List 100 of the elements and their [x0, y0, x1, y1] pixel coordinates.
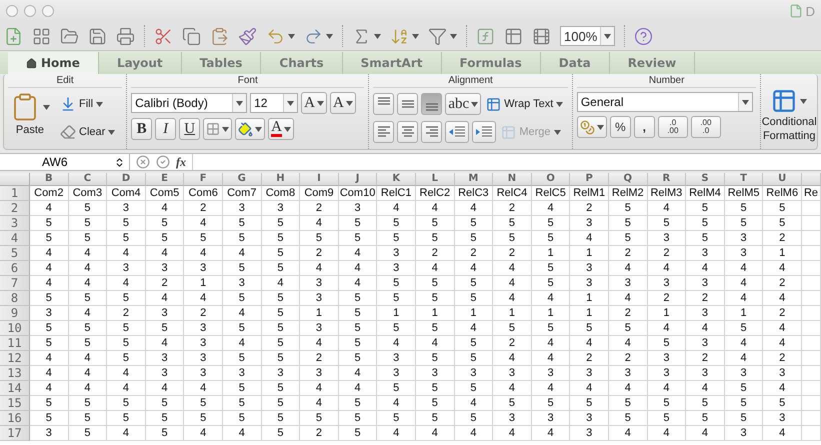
row-header[interactable]: 6: [0, 261, 30, 276]
copy-icon[interactable]: [182, 26, 201, 46]
column-header[interactable]: K: [377, 173, 416, 186]
horizontal-align-button[interactable]: [421, 121, 442, 143]
insert-function-button[interactable]: fx: [176, 154, 186, 170]
formula-bar[interactable]: AW6 fx: [0, 153, 821, 171]
column-header[interactable]: C: [68, 173, 108, 186]
borders-button[interactable]: [203, 118, 232, 140]
stepper-icon[interactable]: [114, 156, 125, 168]
row-header[interactable]: 16: [0, 411, 30, 426]
currency-button[interactable]: [576, 116, 607, 138]
sort-icon[interactable]: [390, 26, 409, 46]
horizontal-align-button[interactable]: [373, 121, 394, 143]
shrink-font-button[interactable]: A: [330, 92, 356, 114]
row-header[interactable]: 15: [0, 396, 30, 411]
fill-color-button[interactable]: [235, 118, 266, 140]
column-header[interactable]: M: [454, 173, 494, 186]
table-cell: 4: [377, 426, 416, 441]
function-icon[interactable]: [476, 26, 495, 46]
paste-button[interactable]: Paste: [8, 92, 52, 149]
row-header[interactable]: 3: [0, 216, 30, 231]
row-header[interactable]: 17: [0, 426, 30, 441]
column-header[interactable]: G: [222, 173, 262, 186]
percent-button[interactable]: %: [610, 116, 631, 138]
paste-icon[interactable]: [210, 26, 229, 46]
save-icon[interactable]: [88, 26, 107, 46]
row-header[interactable]: 10: [0, 321, 30, 336]
column-header[interactable]: U: [763, 173, 802, 186]
column-header[interactable]: T: [724, 173, 764, 186]
orientation-button[interactable]: abc: [445, 93, 482, 115]
cut-icon[interactable]: [154, 26, 173, 46]
row-header[interactable]: 11: [0, 336, 30, 351]
minimize-window-button[interactable]: [24, 5, 36, 17]
clear-button[interactable]: Clear: [58, 120, 118, 144]
bold-button[interactable]: B: [131, 118, 152, 140]
row-header[interactable]: 13: [0, 366, 30, 381]
column-header[interactable]: [802, 173, 821, 186]
zoom-window-button[interactable]: [42, 5, 54, 17]
table-cell: 1: [724, 306, 764, 321]
templates-icon[interactable]: [32, 26, 51, 46]
conditional-formatting-button[interactable]: Conditional Formatting: [761, 74, 818, 149]
new-document-icon[interactable]: [4, 26, 23, 46]
vertical-align-button[interactable]: [397, 93, 418, 115]
row-header[interactable]: 8: [0, 291, 30, 306]
row-header[interactable]: 14: [0, 381, 30, 396]
document-icon[interactable]: [788, 4, 803, 18]
select-all-corner[interactable]: [0, 173, 30, 186]
format-painter-icon[interactable]: [238, 26, 257, 46]
media-icon[interactable]: [532, 26, 551, 46]
open-folder-icon[interactable]: [60, 26, 79, 46]
grow-font-button[interactable]: A: [301, 92, 327, 114]
column-header[interactable]: S: [686, 173, 725, 186]
help-icon[interactable]: [634, 26, 654, 46]
column-header[interactable]: I: [300, 173, 339, 186]
confirm-icon[interactable]: [156, 155, 170, 169]
font-size-select[interactable]: 12: [250, 93, 298, 113]
column-header[interactable]: E: [146, 173, 184, 186]
increase-decimal-button[interactable]: .00 .0: [690, 116, 721, 138]
print-icon[interactable]: [116, 26, 135, 46]
cancel-icon[interactable]: [136, 155, 150, 169]
column-header[interactable]: O: [532, 173, 570, 186]
row-header[interactable]: 5: [0, 246, 30, 261]
fill-button[interactable]: Fill: [58, 92, 118, 116]
column-header[interactable]: N: [493, 173, 532, 186]
row-header[interactable]: 2: [0, 201, 30, 216]
wrap-text-button[interactable]: Wrap Text: [484, 92, 566, 116]
close-window-button[interactable]: [6, 5, 18, 17]
ribbon-tab[interactable]: Home: [8, 52, 99, 74]
decrease-decimal-button[interactable]: .0 .00: [658, 116, 688, 138]
column-header[interactable]: B: [30, 173, 69, 186]
font-color-button[interactable]: A: [268, 118, 294, 140]
row-header[interactable]: 7: [0, 276, 30, 291]
row-header[interactable]: 9: [0, 306, 30, 321]
font-family-select[interactable]: Calibri (Body): [131, 93, 248, 113]
horizontal-align-button[interactable]: [397, 121, 418, 143]
table-cell: 5: [686, 216, 725, 231]
zoom-field[interactable]: 100%: [560, 26, 616, 46]
column-header[interactable]: J: [338, 173, 378, 186]
number-format-select[interactable]: General: [576, 92, 753, 112]
column-header[interactable]: R: [648, 173, 686, 186]
redo-icon[interactable]: [304, 26, 323, 46]
column-header[interactable]: D: [107, 173, 146, 186]
undo-icon[interactable]: [266, 26, 285, 46]
vertical-align-button[interactable]: [373, 93, 394, 115]
column-header[interactable]: H: [262, 173, 300, 186]
vertical-align-button[interactable]: [421, 93, 442, 115]
increase-indent-button[interactable]: [472, 121, 496, 143]
filter-icon[interactable]: [428, 26, 447, 46]
column-header[interactable]: L: [416, 173, 455, 186]
table-cell: 3: [222, 366, 262, 381]
row-header[interactable]: 12: [0, 351, 30, 366]
underline-button[interactable]: U: [179, 118, 200, 140]
decrease-indent-button[interactable]: [445, 121, 470, 143]
column-header[interactable]: F: [184, 173, 223, 186]
comma-style-button[interactable]: ,: [634, 116, 655, 138]
italic-button[interactable]: I: [155, 118, 176, 140]
row-header[interactable]: 4: [0, 231, 30, 246]
row-header[interactable]: 1: [0, 186, 30, 201]
column-header[interactable]: P: [570, 173, 609, 186]
column-header[interactable]: Q: [608, 173, 648, 186]
